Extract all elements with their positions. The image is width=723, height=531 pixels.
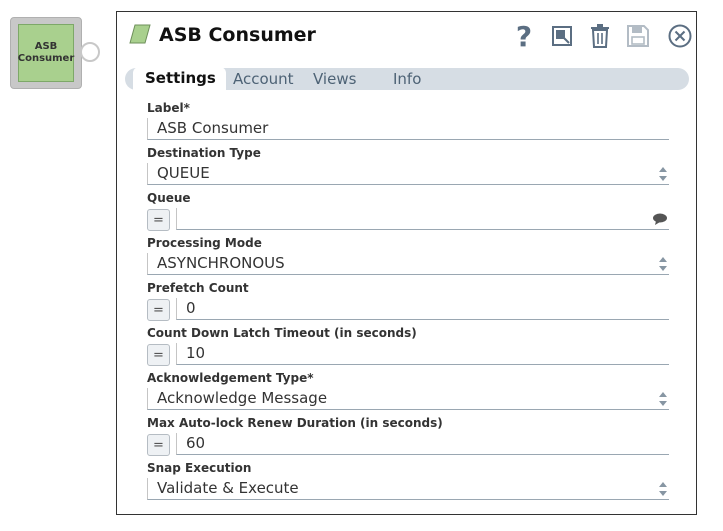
queue-input[interactable] [176,208,669,230]
snap-type-icon [129,24,151,44]
field-label-caption: Label* [147,101,190,115]
latch-timeout-caption: Count Down Latch Timeout (in seconds) [147,326,417,340]
tab-views[interactable]: Views [313,70,356,88]
latch-timeout-value: 10 [186,344,206,362]
save-icon[interactable] [624,22,652,50]
field-prefetch-count: Prefetch Count = 0 [147,280,669,321]
trash-icon[interactable] [586,22,614,50]
prefetch-count-caption: Prefetch Count [147,281,249,295]
select-arrows-icon [659,482,667,496]
field-processing-mode: Processing Mode ASYNCHRONOUS [147,235,669,275]
snap-execution-select[interactable]: Validate & Execute [147,478,669,500]
snap-settings-dialog: ASB Consumer ? Settings Account Views In… [116,11,697,515]
destination-type-select[interactable]: QUEUE [147,163,669,185]
field-destination-type: Destination Type QUEUE [147,145,669,185]
output-port[interactable] [80,42,100,62]
destination-type-caption: Destination Type [147,146,261,160]
field-latch-timeout: Count Down Latch Timeout (in seconds) = … [147,325,669,366]
destination-type-value: QUEUE [157,164,210,182]
ack-type-value: Acknowledge Message [157,389,328,407]
label-input[interactable]: ASB Consumer [147,118,669,140]
select-arrows-icon [659,167,667,181]
auto-lock-caption: Max Auto-lock Renew Duration (in seconds… [147,416,443,430]
ack-type-select[interactable]: Acknowledge Message [147,388,669,410]
expression-toggle-button[interactable]: = [147,299,170,321]
queue-caption: Queue [147,191,191,205]
select-arrows-icon [659,257,667,271]
auto-lock-value: 60 [186,434,206,452]
suggest-icon[interactable] [653,213,667,225]
latch-timeout-input[interactable]: 10 [176,343,669,365]
snap-execution-value: Validate & Execute [157,479,299,497]
close-icon[interactable] [666,22,694,50]
snap-node-label: ASB Consumer [18,24,74,82]
expression-toggle-button[interactable]: = [147,344,170,366]
processing-mode-value: ASYNCHRONOUS [157,254,285,272]
ack-type-caption: Acknowledgement Type* [147,371,314,385]
select-arrows-icon [659,392,667,406]
field-queue: Queue = [147,190,669,231]
dialog-header: ASB Consumer ? [125,20,692,53]
field-auto-lock: Max Auto-lock Renew Duration (in seconds… [147,415,669,456]
help-icon[interactable]: ? [510,20,538,53]
expression-toggle-button[interactable]: = [147,209,170,231]
dialog-title: ASB Consumer [159,24,316,46]
tab-settings[interactable]: Settings [133,67,226,91]
tab-bar: Settings Account Views Info [125,67,689,91]
field-snap-execution: Snap Execution Validate & Execute [147,460,669,500]
prefetch-count-value: 0 [186,299,196,317]
tab-account[interactable]: Account [233,70,294,88]
prefetch-count-input[interactable]: 0 [176,298,669,320]
expression-toggle-button[interactable]: = [147,434,170,456]
processing-mode-select[interactable]: ASYNCHRONOUS [147,253,669,275]
field-ack-type: Acknowledgement Type* Acknowledge Messag… [147,370,669,410]
snap-execution-caption: Snap Execution [147,461,252,475]
processing-mode-caption: Processing Mode [147,236,262,250]
snap-node[interactable]: ASB Consumer [10,17,103,89]
edit-icon[interactable] [548,22,576,50]
tab-info[interactable]: Info [393,70,421,88]
field-label: Label* ASB Consumer [147,100,669,140]
auto-lock-input[interactable]: 60 [176,433,669,455]
label-input-value: ASB Consumer [157,119,269,137]
